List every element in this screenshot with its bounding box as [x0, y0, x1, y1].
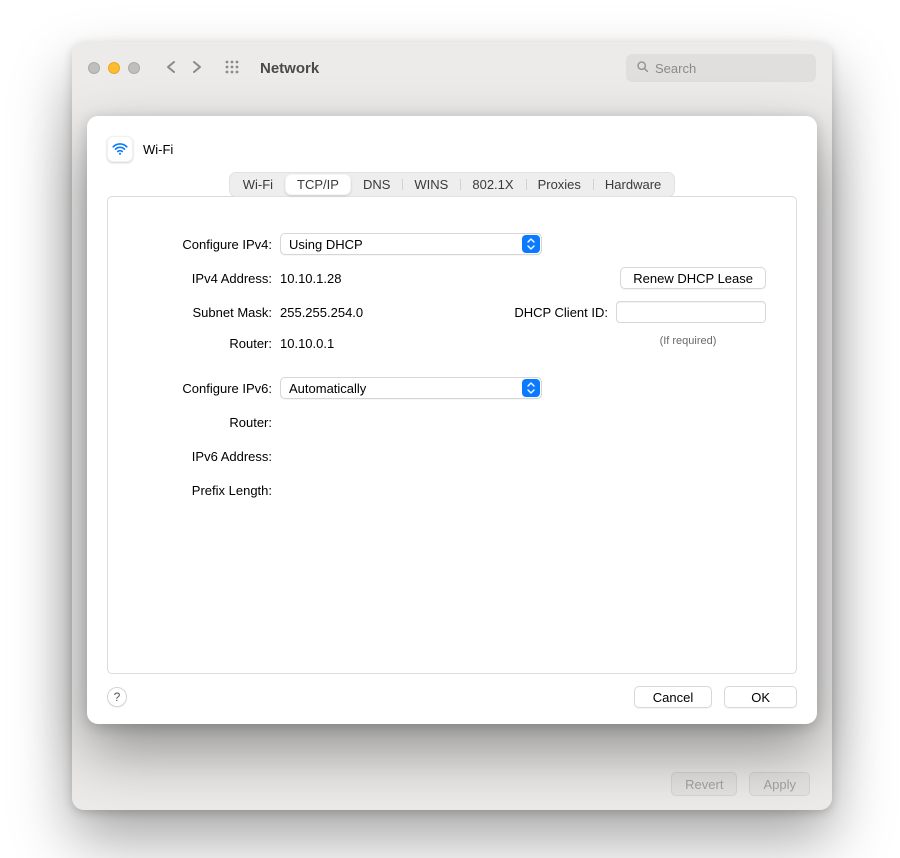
nav-forward-button[interactable] — [188, 60, 206, 77]
configure-ipv4-value: Using DHCP — [289, 237, 363, 252]
subnet-mask-value: 255.255.254.0 — [280, 305, 363, 320]
window-zoom-button[interactable] — [128, 62, 140, 74]
window-traffic-lights — [88, 62, 140, 74]
configure-ipv4-label: Configure IPv4: — [138, 237, 280, 252]
ok-button[interactable]: OK — [724, 686, 797, 708]
chevron-up-down-icon — [522, 235, 540, 253]
chevron-up-down-icon — [522, 379, 540, 397]
dhcp-client-id-label: DHCP Client ID: — [514, 305, 608, 320]
renew-dhcp-lease-button[interactable]: Renew DHCP Lease — [620, 267, 766, 289]
tab-bar: Wi-Fi TCP/IP DNS WINS 802.1X Proxies Har… — [229, 172, 676, 197]
revert-button[interactable]: Revert — [671, 772, 737, 796]
configure-ipv4-select[interactable]: Using DHCP — [280, 233, 542, 255]
tab-dns[interactable]: DNS — [351, 174, 402, 195]
show-all-icon[interactable] — [224, 59, 240, 78]
window-close-button[interactable] — [88, 62, 100, 74]
search-icon — [636, 60, 649, 76]
interface-name: Wi-Fi — [143, 142, 173, 157]
apply-button[interactable]: Apply — [749, 772, 810, 796]
ipv6-prefix-length-label: Prefix Length: — [138, 483, 280, 498]
ipv6-router-label: Router: — [138, 415, 280, 430]
dhcp-client-id-input[interactable] — [616, 301, 766, 323]
nav-back-button[interactable] — [162, 60, 180, 77]
subnet-mask-label: Subnet Mask: — [138, 305, 280, 320]
wifi-icon — [107, 136, 133, 162]
tab-proxies[interactable]: Proxies — [526, 174, 593, 195]
dhcp-client-id-hint: (If required) — [660, 335, 717, 347]
tab-tcpip[interactable]: TCP/IP — [285, 174, 351, 195]
ipv4-router-label: Router: — [138, 336, 280, 351]
cancel-button[interactable]: Cancel — [634, 686, 712, 708]
tab-8021x[interactable]: 802.1X — [460, 174, 525, 195]
tab-hardware[interactable]: Hardware — [593, 174, 673, 195]
help-button[interactable]: ? — [107, 687, 127, 707]
configure-ipv6-value: Automatically — [289, 381, 366, 396]
window-title: Network — [260, 60, 319, 77]
tcpip-pane: Configure IPv4: Using DHCP IPv4 Address:… — [107, 196, 797, 674]
ipv4-address-label: IPv4 Address: — [138, 271, 280, 286]
search-field[interactable]: Search — [626, 54, 816, 82]
configure-ipv6-label: Configure IPv6: — [138, 381, 280, 396]
tab-wifi[interactable]: Wi-Fi — [231, 174, 285, 195]
configure-ipv6-select[interactable]: Automatically — [280, 377, 542, 399]
tab-wins[interactable]: WINS — [402, 174, 460, 195]
ipv6-address-label: IPv6 Address: — [138, 449, 280, 464]
ipv4-address-value: 10.10.1.28 — [280, 271, 341, 286]
window-toolbar: Network Search — [72, 42, 832, 94]
network-interface-sheet: Wi-Fi Wi-Fi TCP/IP DNS WINS 802.1X Proxi… — [87, 116, 817, 724]
window-minimize-button[interactable] — [108, 62, 120, 74]
ipv4-router-value: 10.10.0.1 — [280, 336, 334, 351]
search-placeholder: Search — [655, 61, 696, 76]
